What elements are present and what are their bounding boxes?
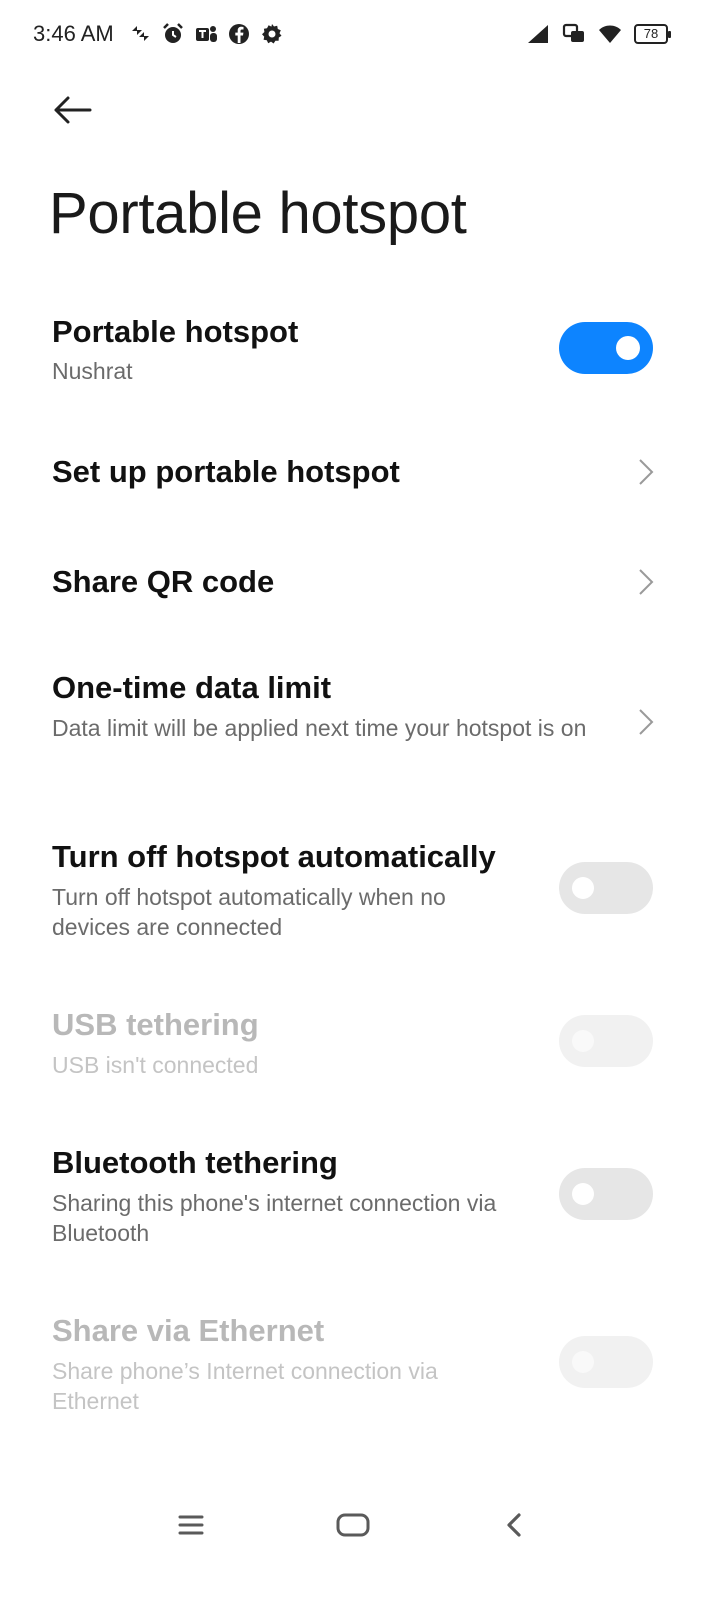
- setting-title: USB tethering: [52, 1007, 259, 1042]
- setting-subtitle: USB isn't connected: [52, 1052, 259, 1078]
- settings-gear-icon: [260, 22, 284, 46]
- setting-title: Portable hotspot: [52, 314, 299, 349]
- setting-subtitle: Data limit will be applied next time you…: [52, 715, 587, 741]
- back-button[interactable]: [44, 88, 100, 132]
- setting-bluetooth-tethering[interactable]: Bluetooth tethering Sharing this phone's…: [0, 1143, 720, 1253]
- menu-icon: [178, 1515, 204, 1535]
- system-icons: 78: [526, 20, 671, 48]
- cellular-signal-icon: [526, 22, 550, 46]
- toggle-knob: [572, 1030, 594, 1052]
- setting-title: One-time data limit: [52, 670, 332, 705]
- status-time: 3:46 AM: [33, 21, 114, 46]
- home-icon: [336, 1513, 370, 1537]
- page-title: Portable hotspot: [49, 181, 467, 246]
- setting-share-ethernet: Share via Ethernet Share phone’s Interne…: [0, 1311, 720, 1421]
- setting-title: Set up portable hotspot: [52, 454, 400, 489]
- dual-sim-icon: [562, 22, 586, 46]
- setting-subtitle: Share phone’s Internet connection via Et…: [52, 1358, 438, 1414]
- facebook-icon: [227, 22, 251, 46]
- setting-auto-off[interactable]: Turn off hotspot automatically Turn off …: [0, 837, 720, 947]
- chevron-right-icon: [639, 709, 654, 735]
- toggle-knob: [572, 877, 594, 899]
- nav-back-button[interactable]: [484, 1500, 544, 1550]
- ethernet-toggle: [559, 1336, 653, 1388]
- recents-button[interactable]: [161, 1500, 221, 1550]
- home-button[interactable]: [323, 1500, 383, 1550]
- setting-subtitle: Sharing this phone's internet connection…: [52, 1190, 497, 1246]
- setting-title: Bluetooth tethering: [52, 1145, 338, 1180]
- setting-setup-hotspot[interactable]: Set up portable hotspot: [0, 440, 720, 510]
- teams-icon: [194, 22, 218, 46]
- notification-icons: [128, 20, 284, 48]
- alarm-icon: [161, 22, 185, 46]
- setting-title: Share QR code: [52, 564, 275, 599]
- chevron-right-icon: [639, 459, 654, 485]
- toggle-knob: [572, 1351, 594, 1373]
- setting-data-limit[interactable]: One-time data limit Data limit will be a…: [0, 668, 720, 778]
- hotspot-toggle[interactable]: [559, 322, 653, 374]
- usb-tethering-toggle: [559, 1015, 653, 1067]
- status-bar: 3:46 AM 78: [0, 0, 720, 70]
- wifi-icon: [598, 22, 622, 46]
- bluetooth-tethering-toggle[interactable]: [559, 1168, 653, 1220]
- arrow-left-icon: [54, 96, 92, 124]
- setting-subtitle: Nushrat: [52, 358, 133, 384]
- navigation-bar: [0, 1490, 720, 1560]
- setting-share-qr[interactable]: Share QR code: [0, 550, 720, 620]
- setting-subtitle: Turn off hotspot automatically when no d…: [52, 884, 446, 940]
- setting-title: Share via Ethernet: [52, 1313, 325, 1348]
- auto-off-toggle[interactable]: [559, 862, 653, 914]
- setting-usb-tethering: USB tethering USB isn't connected: [0, 1005, 720, 1085]
- toggle-knob: [572, 1183, 594, 1205]
- setting-portable-hotspot[interactable]: Portable hotspot Nushrat: [0, 308, 720, 408]
- setting-title: Turn off hotspot automatically: [52, 839, 496, 874]
- back-icon: [507, 1513, 521, 1537]
- chevron-right-icon: [639, 569, 654, 595]
- battery-indicator: 78: [634, 24, 671, 44]
- toggle-knob: [616, 336, 640, 360]
- data-saver-icon: [128, 22, 152, 46]
